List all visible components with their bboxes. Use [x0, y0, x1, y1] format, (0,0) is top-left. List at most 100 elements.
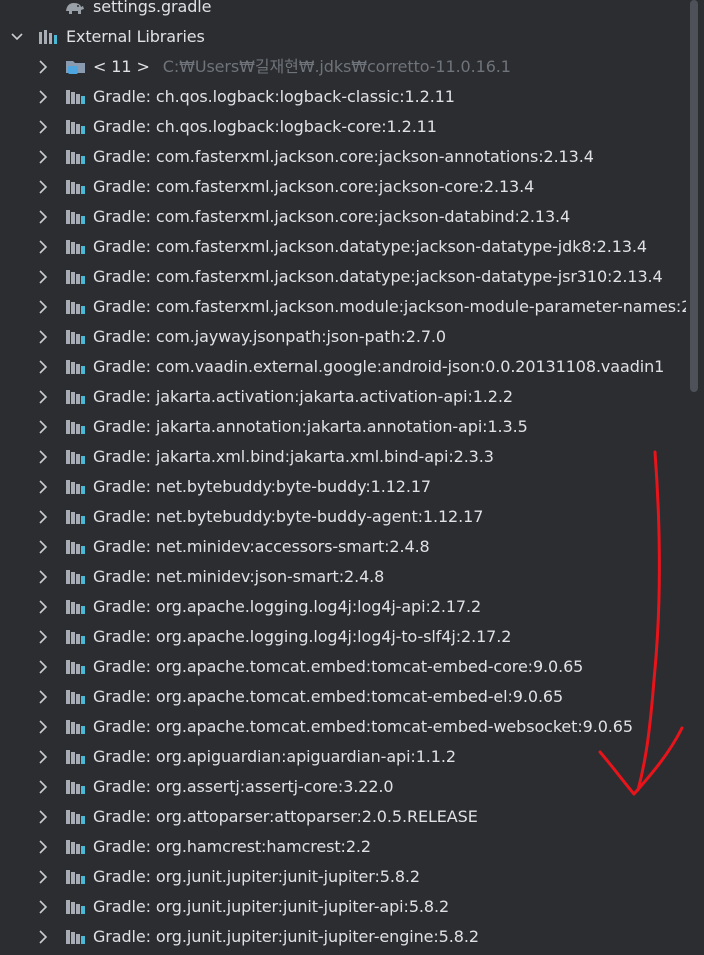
tree-row-library[interactable]: Gradle: org.attoparser:attoparser:2.0.5.…	[0, 802, 686, 832]
chevron-right-icon[interactable]	[36, 268, 50, 286]
library-jar-icon	[65, 807, 87, 827]
tree-row-library[interactable]: Gradle: org.apache.tomcat.embed:tomcat-e…	[0, 712, 686, 742]
library-jar-icon	[65, 267, 87, 287]
chevron-right-icon[interactable]	[36, 658, 50, 676]
tree-row-library[interactable]: Gradle: com.fasterxml.jackson.datatype:j…	[0, 232, 686, 262]
library-jar-icon	[65, 477, 87, 497]
chevron-right-icon[interactable]	[36, 478, 50, 496]
chevron-right-icon[interactable]	[36, 328, 50, 346]
chevron-right-icon[interactable]	[36, 88, 50, 106]
tree-row-jdk[interactable]: < 11 > C:₩Users₩길재현₩.jdks₩corretto-11.0.…	[0, 52, 686, 82]
library-coordinate: org.attoparser:attoparser:2.0.5.RELEASE	[155, 807, 478, 826]
tree-row-library[interactable]: Gradle: org.apache.logging.log4j:log4j-t…	[0, 622, 686, 652]
library-coordinate: com.fasterxml.jackson.datatype:jackson-d…	[155, 267, 663, 286]
tree-row-library[interactable]: Gradle: org.junit.jupiter:junit-jupiter-…	[0, 892, 686, 922]
chevron-right-icon[interactable]	[36, 208, 50, 226]
scrollbar-thumb[interactable]	[690, 0, 698, 392]
tree-row-library[interactable]: Gradle: org.assertj:assertj-core:3.22.0	[0, 772, 686, 802]
gradle-prefix: Gradle:	[93, 87, 151, 106]
chevron-right-icon[interactable]	[36, 388, 50, 406]
chevron-right-icon[interactable]	[36, 568, 50, 586]
tree-row-external-libraries[interactable]: External Libraries	[0, 22, 686, 52]
tree-row-library[interactable]: Gradle: jakarta.activation:jakarta.activ…	[0, 382, 686, 412]
chevron-right-icon[interactable]	[36, 898, 50, 916]
gradle-prefix: Gradle:	[93, 927, 151, 946]
chevron-right-icon[interactable]	[36, 628, 50, 646]
gradle-prefix: Gradle:	[93, 687, 151, 706]
tree-row-library[interactable]: Gradle: net.minidev:json-smart:2.4.8	[0, 562, 686, 592]
library-jar-icon	[65, 777, 87, 797]
gradle-prefix: Gradle:	[93, 267, 151, 286]
tree-row-library[interactable]: Gradle: net.minidev:accessors-smart:2.4.…	[0, 532, 686, 562]
gradle-prefix: Gradle:	[93, 747, 151, 766]
chevron-right-icon[interactable]	[36, 718, 50, 736]
library-coordinate: org.apache.logging.log4j:log4j-api:2.17.…	[155, 597, 482, 616]
chevron-right-icon[interactable]	[36, 178, 50, 196]
gradle-prefix: Gradle:	[93, 417, 151, 436]
library-coordinate: com.fasterxml.jackson.datatype:jackson-d…	[155, 237, 647, 256]
chevron-right-icon[interactable]	[36, 868, 50, 886]
library-jar-icon	[65, 927, 87, 947]
chevron-right-icon[interactable]	[36, 928, 50, 946]
library-coordinate: net.minidev:accessors-smart:2.4.8	[155, 537, 430, 556]
tree-row-settings-gradle[interactable]: settings.gradle	[0, 0, 686, 22]
tree-row-library[interactable]: Gradle: ch.qos.logback:logback-core:1.2.…	[0, 112, 686, 142]
library-coordinate: ch.qos.logback:logback-core:1.2.11	[155, 117, 437, 136]
chevron-right-icon[interactable]	[36, 598, 50, 616]
tree-row-library[interactable]: Gradle: org.apache.logging.log4j:log4j-a…	[0, 592, 686, 622]
tree-row-library[interactable]: Gradle: org.hamcrest:hamcrest:2.2	[0, 832, 686, 862]
tree-row-library[interactable]: Gradle: org.junit.jupiter:junit-jupiter:…	[0, 862, 686, 892]
chevron-right-icon[interactable]	[36, 508, 50, 526]
vertical-scrollbar[interactable]	[686, 0, 704, 955]
chevron-right-icon[interactable]	[36, 838, 50, 856]
tree-row-library[interactable]: Gradle: org.junit.jupiter:junit-jupiter-…	[0, 922, 686, 952]
tree-row-library[interactable]: Gradle: com.fasterxml.jackson.module:jac…	[0, 292, 686, 322]
library-coordinate: net.bytebuddy:byte-buddy-agent:1.12.17	[155, 507, 484, 526]
tree-row-library[interactable]: Gradle: com.vaadin.external.google:andro…	[0, 352, 686, 382]
library-jar-icon	[65, 597, 87, 617]
library-coordinate: jakarta.activation:jakarta.activation-ap…	[155, 387, 513, 406]
gradle-prefix: Gradle:	[93, 807, 151, 826]
chevron-right-icon[interactable]	[36, 148, 50, 166]
tree-row-library[interactable]: Gradle: com.jayway.jsonpath:json-path:2.…	[0, 322, 686, 352]
tree-row-library[interactable]: Gradle: com.fasterxml.jackson.core:jacks…	[0, 172, 686, 202]
tree-row-library[interactable]: Gradle: jakarta.xml.bind:jakarta.xml.bin…	[0, 442, 686, 472]
chevron-right-icon[interactable]	[36, 298, 50, 316]
chevron-right-icon[interactable]	[36, 358, 50, 376]
chevron-right-icon[interactable]	[36, 238, 50, 256]
tree-row-library[interactable]: Gradle: com.fasterxml.jackson.core:jacks…	[0, 202, 686, 232]
library-jar-icon	[65, 327, 87, 347]
library-coordinate: org.apache.tomcat.embed:tomcat-embed-cor…	[155, 657, 584, 676]
chevron-right-icon[interactable]	[36, 448, 50, 466]
chevron-right-icon[interactable]	[36, 808, 50, 826]
tree-row-library[interactable]: Gradle: org.apiguardian:apiguardian-api:…	[0, 742, 686, 772]
chevron-right-icon[interactable]	[36, 778, 50, 796]
tree-row-library[interactable]: Gradle: ch.qos.logback:logback-classic:1…	[0, 82, 686, 112]
chevron-down-icon[interactable]	[10, 28, 24, 46]
chevron-right-icon[interactable]	[36, 748, 50, 766]
chevron-right-icon[interactable]	[36, 58, 50, 76]
tree-row-library[interactable]: Gradle: org.apache.tomcat.embed:tomcat-e…	[0, 682, 686, 712]
chevron-right-icon[interactable]	[36, 688, 50, 706]
library-jar-icon	[65, 87, 87, 107]
gradle-prefix: Gradle:	[93, 387, 151, 406]
library-coordinate: jakarta.annotation:jakarta.annotation-ap…	[155, 417, 528, 436]
library-coordinate: com.fasterxml.jackson.core:jackson-datab…	[155, 207, 571, 226]
tree-row-library[interactable]: Gradle: net.bytebuddy:byte-buddy:1.12.17	[0, 472, 686, 502]
settings-gradle-label: settings.gradle	[93, 0, 212, 16]
tree-row-library[interactable]: Gradle: net.bytebuddy:byte-buddy-agent:1…	[0, 502, 686, 532]
gradle-prefix: Gradle:	[93, 717, 151, 736]
external-libraries-label: External Libraries	[66, 27, 205, 46]
jdk-version-label: < 11 >	[93, 57, 150, 76]
chevron-right-icon[interactable]	[36, 118, 50, 136]
tree-row-library[interactable]: Gradle: org.apache.tomcat.embed:tomcat-e…	[0, 652, 686, 682]
gradle-prefix: Gradle:	[93, 147, 151, 166]
project-tree: settings.gradle External Libraries < 11 …	[0, 0, 686, 955]
library-jar-icon	[65, 387, 87, 407]
tree-row-library[interactable]: Gradle: jakarta.annotation:jakarta.annot…	[0, 412, 686, 442]
chevron-right-icon[interactable]	[36, 538, 50, 556]
gradle-prefix: Gradle:	[93, 627, 151, 646]
tree-row-library[interactable]: Gradle: com.fasterxml.jackson.datatype:j…	[0, 262, 686, 292]
tree-row-library[interactable]: Gradle: com.fasterxml.jackson.core:jacks…	[0, 142, 686, 172]
chevron-right-icon[interactable]	[36, 418, 50, 436]
